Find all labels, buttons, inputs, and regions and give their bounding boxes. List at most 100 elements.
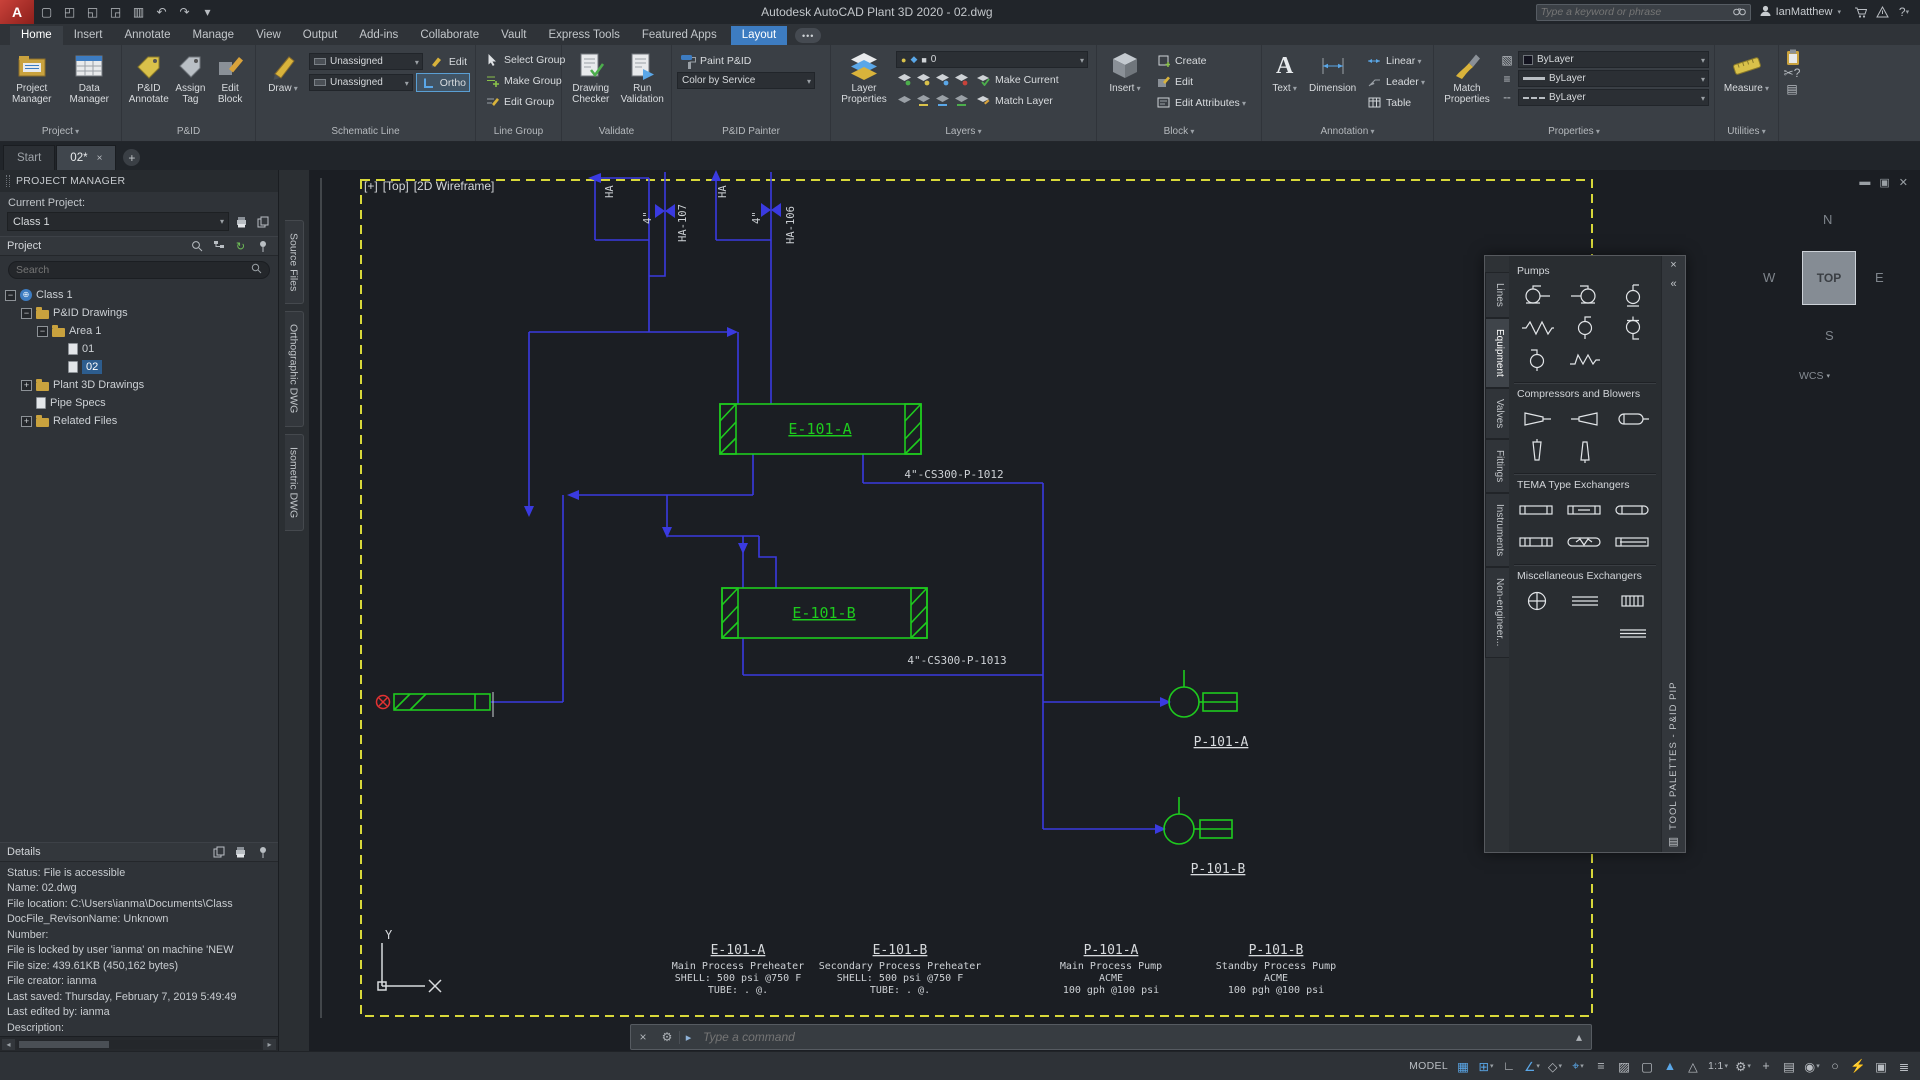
annotation-scale-button[interactable]: 1:1▾ [1705,1056,1731,1077]
side-tab-isometric-dwg[interactable]: Isometric DWG [285,434,304,531]
color-select[interactable]: ByLayer [1518,51,1709,68]
graphics-performance-icon[interactable]: ⚡ [1847,1056,1869,1077]
wcs-menu[interactable]: WCS ▾ [1799,370,1830,382]
layer-state-icon[interactable] [896,73,912,87]
compressor-tool-icon[interactable] [1609,403,1657,435]
viewport-view-control[interactable]: [Top] [383,179,409,193]
tree-item-related-files[interactable]: + Related Files [0,412,278,430]
isodraft-icon[interactable]: ◇▾ [1544,1056,1566,1077]
copy-clip-icon[interactable]: ▤ [1784,82,1800,96]
edit-block-small-button[interactable]: Edit [1152,72,1249,91]
osnap-icon[interactable]: ⌖▾ [1567,1056,1589,1077]
workspace-icon[interactable]: ⚙▾ [1732,1056,1754,1077]
panel-label-annotation[interactable]: Annotation [1262,124,1433,141]
e101b-tag[interactable]: E-101-B [792,604,855,622]
file-tab-drawing[interactable]: 02* × [56,145,116,170]
tree-item-plant-3d-drawings[interactable]: + Plant 3D Drawings [0,376,278,394]
e101a-tag[interactable]: E-101-A [788,420,851,438]
pump-p101a-symbol[interactable] [1169,670,1237,717]
tab-express-tools[interactable]: Express Tools [538,26,631,45]
panel-label-properties[interactable]: Properties [1434,124,1714,141]
palette-tab-equipment[interactable]: Equipment [1485,318,1509,388]
command-history-icon[interactable]: ▴ [1567,1030,1591,1044]
plot-icon[interactable]: ▥ [128,2,149,22]
offpage-connector-icon[interactable] [377,696,390,709]
print-details-icon[interactable] [232,844,249,859]
side-tab-orthographic-dwg[interactable]: Orthographic DWG [285,311,304,426]
cart-icon[interactable] [1850,2,1870,22]
panel-label-pid[interactable]: P&ID [122,124,255,141]
insert-block-button[interactable]: Insert [1102,49,1148,124]
refresh-icon[interactable]: ↻ [232,239,249,254]
transparency-icon[interactable]: ▨ [1613,1056,1635,1077]
exchanger-tool-icon[interactable] [1609,526,1657,558]
collapse-icon[interactable]: − [37,326,48,337]
viewcube-west[interactable]: W [1763,270,1775,285]
command-input[interactable] [697,1030,1567,1044]
scroll-left-icon[interactable]: ◂ [2,1039,15,1050]
pump-tool-icon[interactable] [1513,280,1561,312]
tab-annotate[interactable]: Annotate [113,26,181,45]
make-current-button[interactable]: Make Current [972,70,1062,89]
schematic-edit-button[interactable]: Edit [426,52,470,71]
drawing-canvas[interactable]: E-101-A E-101-B P-101-A P-101-B 4"-CS300… [309,170,1920,1051]
layer-properties-button[interactable]: Layer Properties [836,49,892,124]
new-tab-icon[interactable]: + [123,149,140,166]
tab-manage[interactable]: Manage [182,26,246,45]
tree-item-pipe-specs[interactable]: Pipe Specs [0,394,278,412]
file-tab-start[interactable]: Start [3,145,55,170]
annotation-visibility-icon[interactable]: ▲ [1659,1056,1681,1077]
polar-icon[interactable]: ∠▾ [1521,1056,1543,1077]
plate-exchanger-tool-icon[interactable] [1609,617,1657,649]
text-button[interactable]: A Text [1267,49,1302,124]
palette-autohide-icon[interactable]: « [1670,278,1676,292]
match-layer-button[interactable]: Match Layer [972,91,1056,110]
pid-annotate-button[interactable]: P&ID Annotate [127,49,171,124]
viewport-menu-icon[interactable]: [+] [364,179,378,193]
selection-cycling-icon[interactable]: ▢ [1636,1056,1658,1077]
table-button[interactable]: Table [1363,93,1428,112]
layer-isolate-icon[interactable] [934,73,950,87]
quick-properties-icon[interactable]: ▤ [1778,1056,1800,1077]
project-manager-header[interactable]: PROJECT MANAGER [0,170,278,192]
layer-thaw-icon[interactable] [915,94,931,108]
current-project-select[interactable]: Class 1 [7,212,229,231]
layer-walk-icon[interactable] [896,94,912,108]
open-icon[interactable]: ◰ [59,2,80,22]
edit-block-button[interactable]: Edit Block [210,49,250,124]
collapse-icon[interactable]: − [5,290,16,301]
clean-screen-icon[interactable]: ▣ [1870,1056,1892,1077]
viewcube-east[interactable]: E [1875,270,1884,285]
vertical-compressor-tool-icon[interactable] [1513,435,1561,467]
project-search[interactable] [8,261,270,279]
autoscale-icon[interactable]: △ [1682,1056,1704,1077]
strainer-symbol[interactable] [394,694,490,710]
expand-icon[interactable]: + [21,380,32,391]
layer-off-icon[interactable] [915,73,931,87]
tab-insert[interactable]: Insert [63,26,114,45]
export-icon[interactable] [210,844,227,859]
search-icon[interactable] [188,239,205,254]
ortho-button[interactable]: Ortho [416,73,470,92]
panel-label-schematic-line[interactable]: Schematic Line [256,124,475,141]
grid-icon[interactable]: ▦ [1452,1056,1474,1077]
vertical-pump-tool-icon[interactable] [1561,312,1609,344]
command-line[interactable]: × ⚙ ▸ ▴ [630,1024,1592,1050]
palette-tab-fittings[interactable]: Fittings [1485,439,1509,493]
vertical-compressor-tool-icon[interactable] [1561,435,1609,467]
make-group-button[interactable]: Make Group [481,71,568,90]
tab-output[interactable]: Output [292,26,349,45]
viewcube-north[interactable]: N [1823,212,1832,227]
tree-view-icon[interactable] [210,239,227,254]
paste-icon[interactable] [1784,50,1800,64]
compressor-tool-icon[interactable] [1513,403,1561,435]
command-customize-icon[interactable]: ⚙ [655,1030,679,1044]
coil-pump-tool-icon[interactable] [1561,344,1609,376]
ribbon-options-icon[interactable]: ••• [795,28,821,43]
undo-icon[interactable]: ↶ [151,2,172,22]
tree-item-area-1[interactable]: − Area 1 [0,322,278,340]
edit-attributes-button[interactable]: Edit Attributes [1152,93,1249,112]
viewcube[interactable]: N W TOP E S WCS ▾ [1741,210,1917,410]
dimension-button[interactable]: Dimension [1306,49,1359,124]
plate-exchanger-tool-icon[interactable] [1561,585,1609,617]
